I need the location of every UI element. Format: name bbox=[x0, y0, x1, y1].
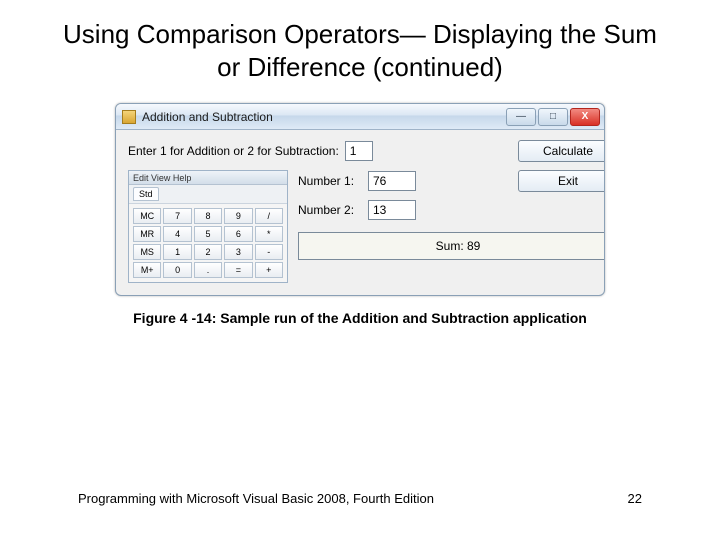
number1-row: Number 1: bbox=[298, 171, 508, 191]
keypad-key[interactable]: / bbox=[255, 208, 283, 224]
number2-row: Number 2: bbox=[298, 200, 508, 220]
slide-title: Using Comparison Operators— Displaying t… bbox=[0, 0, 720, 91]
number1-input[interactable] bbox=[368, 171, 416, 191]
exit-button[interactable]: Exit bbox=[518, 170, 605, 192]
figure-caption: Figure 4 -14: Sample run of the Addition… bbox=[0, 310, 720, 326]
keypad-key[interactable]: MR bbox=[133, 226, 161, 242]
window-body: Enter 1 for Addition or 2 for Subtractio… bbox=[116, 130, 604, 295]
keypad-key[interactable]: . bbox=[194, 262, 222, 278]
window-title: Addition and Subtraction bbox=[142, 110, 273, 124]
app-window: Addition and Subtraction — □ X Enter 1 f… bbox=[115, 103, 605, 296]
keypad-key[interactable]: 8 bbox=[194, 208, 222, 224]
calculate-button[interactable]: Calculate bbox=[518, 140, 605, 162]
prompt-label: Enter 1 for Addition or 2 for Subtractio… bbox=[128, 144, 339, 158]
keypad-key[interactable]: 7 bbox=[163, 208, 191, 224]
number2-input[interactable] bbox=[368, 200, 416, 220]
keypad-key[interactable]: MC bbox=[133, 208, 161, 224]
keypad-key[interactable]: 3 bbox=[224, 244, 252, 260]
maximize-button[interactable]: □ bbox=[538, 108, 568, 126]
close-button[interactable]: X bbox=[570, 108, 600, 126]
keypad-key[interactable]: 0 bbox=[163, 262, 191, 278]
keypad-key[interactable]: 2 bbox=[194, 244, 222, 260]
keypad-key[interactable]: - bbox=[255, 244, 283, 260]
number1-label: Number 1: bbox=[298, 174, 360, 188]
keypad-menubar: Edit View Help bbox=[129, 171, 287, 185]
footer-left: Programming with Microsoft Visual Basic … bbox=[78, 491, 434, 506]
page-number: 22 bbox=[628, 491, 642, 506]
result-text: Sum: 89 bbox=[436, 239, 481, 253]
figure-container: Addition and Subtraction — □ X Enter 1 f… bbox=[0, 103, 720, 296]
keypad-key[interactable]: 1 bbox=[163, 244, 191, 260]
keypad-key[interactable]: + bbox=[255, 262, 283, 278]
keypad-key[interactable]: 9 bbox=[224, 208, 252, 224]
number2-label: Number 2: bbox=[298, 203, 360, 217]
keypad-key[interactable]: * bbox=[255, 226, 283, 242]
keypad-key[interactable]: M+ bbox=[133, 262, 161, 278]
keypad-grid: MC789/ MR456* MS123- M+0.=+ bbox=[129, 204, 287, 282]
keypad-key[interactable]: 5 bbox=[194, 226, 222, 242]
keypad-tabs: Std bbox=[129, 185, 287, 204]
keypad-tab[interactable]: Std bbox=[133, 187, 159, 201]
titlebar: Addition and Subtraction — □ X bbox=[116, 104, 604, 130]
app-icon bbox=[122, 110, 136, 124]
result-box: Sum: 89 bbox=[298, 232, 605, 260]
choice-input[interactable] bbox=[345, 141, 373, 161]
keypad: Edit View Help Std MC789/ MR456* MS123- M+0… bbox=[128, 170, 288, 283]
minimize-button[interactable]: — bbox=[506, 108, 536, 126]
prompt-row: Enter 1 for Addition or 2 for Subtractio… bbox=[128, 141, 508, 161]
keypad-key[interactable]: = bbox=[224, 262, 252, 278]
keypad-key[interactable]: MS bbox=[133, 244, 161, 260]
keypad-key[interactable]: 6 bbox=[224, 226, 252, 242]
keypad-key[interactable]: 4 bbox=[163, 226, 191, 242]
